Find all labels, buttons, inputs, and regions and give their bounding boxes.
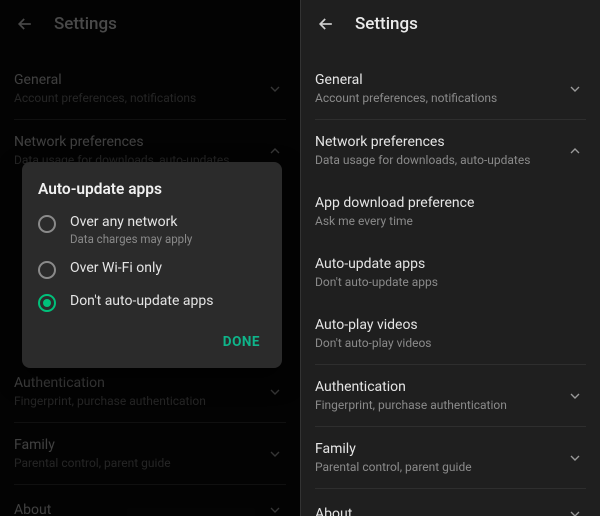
settings-item-auto-update[interactable]: Auto-update apps Don't auto-update apps	[315, 242, 586, 303]
chevron-down-icon	[564, 503, 586, 516]
radio-sub: Data charges may apply	[70, 232, 192, 246]
item-title: About	[315, 506, 556, 516]
radio-icon	[38, 215, 56, 233]
done-button[interactable]: DONE	[217, 326, 266, 358]
item-title: Network preferences	[315, 134, 556, 150]
page-title: Settings	[355, 14, 418, 34]
radio-option-wifi-only[interactable]: Over Wi-Fi only	[38, 260, 266, 279]
settings-pane-right: Settings General Account preferences, no…	[300, 0, 600, 516]
item-subtitle: Don't auto-play videos	[315, 336, 586, 350]
radio-label: Don't auto-update apps	[70, 293, 213, 309]
item-subtitle: Don't auto-update apps	[315, 275, 586, 289]
item-subtitle: Data usage for downloads, auto-updates	[315, 153, 556, 167]
radio-icon	[38, 261, 56, 279]
dialog-title: Auto-update apps	[38, 180, 266, 198]
chevron-down-icon	[564, 385, 586, 407]
item-title: Authentication	[315, 379, 556, 395]
back-arrow-icon[interactable]	[315, 13, 337, 35]
settings-item-app-download[interactable]: App download preference Ask me every tim…	[315, 181, 586, 242]
radio-label: Over any network	[70, 214, 192, 230]
item-title: Family	[315, 441, 556, 457]
settings-item-about[interactable]: About	[315, 489, 586, 516]
item-title: App download preference	[315, 195, 586, 211]
item-title: Auto-play videos	[315, 317, 586, 333]
item-subtitle: Ask me every time	[315, 214, 586, 228]
radio-option-any-network[interactable]: Over any network Data charges may apply	[38, 214, 266, 246]
radio-label: Over Wi-Fi only	[70, 260, 162, 276]
auto-update-dialog: Auto-update apps Over any network Data c…	[22, 162, 282, 368]
item-subtitle: Fingerprint, purchase authentication	[315, 398, 556, 412]
chevron-down-icon	[564, 447, 586, 469]
radio-option-dont-auto-update[interactable]: Don't auto-update apps	[38, 293, 266, 312]
settings-item-auto-play[interactable]: Auto-play videos Don't auto-play videos	[315, 303, 586, 365]
settings-item-general[interactable]: General Account preferences, notificatio…	[315, 58, 586, 120]
settings-item-family[interactable]: Family Parental control, parent guide	[315, 427, 586, 489]
settings-item-network[interactable]: Network preferences Data usage for downl…	[315, 120, 586, 181]
radio-icon-selected	[38, 294, 56, 312]
chevron-up-icon	[564, 140, 586, 162]
item-subtitle: Account preferences, notifications	[315, 91, 556, 105]
settings-pane-left: Settings General Account preferences, no…	[0, 0, 300, 516]
item-subtitle: Parental control, parent guide	[315, 460, 556, 474]
item-title: Auto-update apps	[315, 256, 586, 272]
chevron-down-icon	[564, 78, 586, 100]
settings-item-authentication[interactable]: Authentication Fingerprint, purchase aut…	[315, 365, 586, 427]
item-title: General	[315, 72, 556, 88]
header: Settings	[301, 0, 600, 48]
settings-list: General Account preferences, notificatio…	[301, 58, 600, 516]
